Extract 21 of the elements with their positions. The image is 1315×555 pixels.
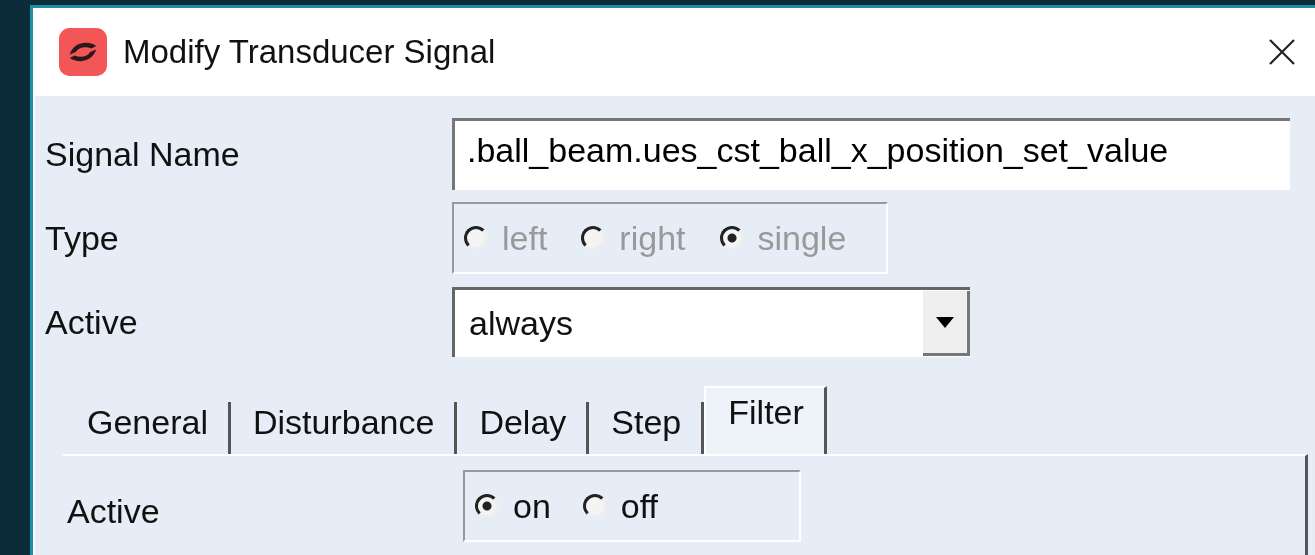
option-label: off: [620, 486, 658, 526]
field-label: Active: [45, 302, 139, 342]
option-label: on: [513, 486, 551, 526]
window-title: Modify Transducer Signal: [123, 33, 497, 71]
field-label: Signal Name: [45, 134, 241, 174]
option-label: single: [757, 218, 847, 258]
option-label: right: [619, 218, 686, 258]
field-label: Type: [45, 218, 120, 258]
field-label: Active: [66, 491, 161, 531]
radio-button[interactable]: [582, 494, 607, 518]
caret-icon: [936, 316, 954, 328]
signal-name-field[interactable]: .ball_beam.ues_cst_ball_x_position_set_value: [452, 118, 1290, 190]
tab[interactable]: Disturbance: [230, 402, 458, 454]
tab[interactable]: General: [65, 402, 231, 454]
active-dropdown[interactable]: always: [452, 287, 970, 357]
radio-button[interactable]: [475, 494, 499, 518]
option-label: left: [502, 218, 548, 258]
tab[interactable]: Delay: [457, 402, 590, 454]
close-icon[interactable]: [1267, 37, 1297, 67]
app-icon: [59, 28, 107, 76]
tab[interactable]: Filter: [704, 386, 827, 454]
